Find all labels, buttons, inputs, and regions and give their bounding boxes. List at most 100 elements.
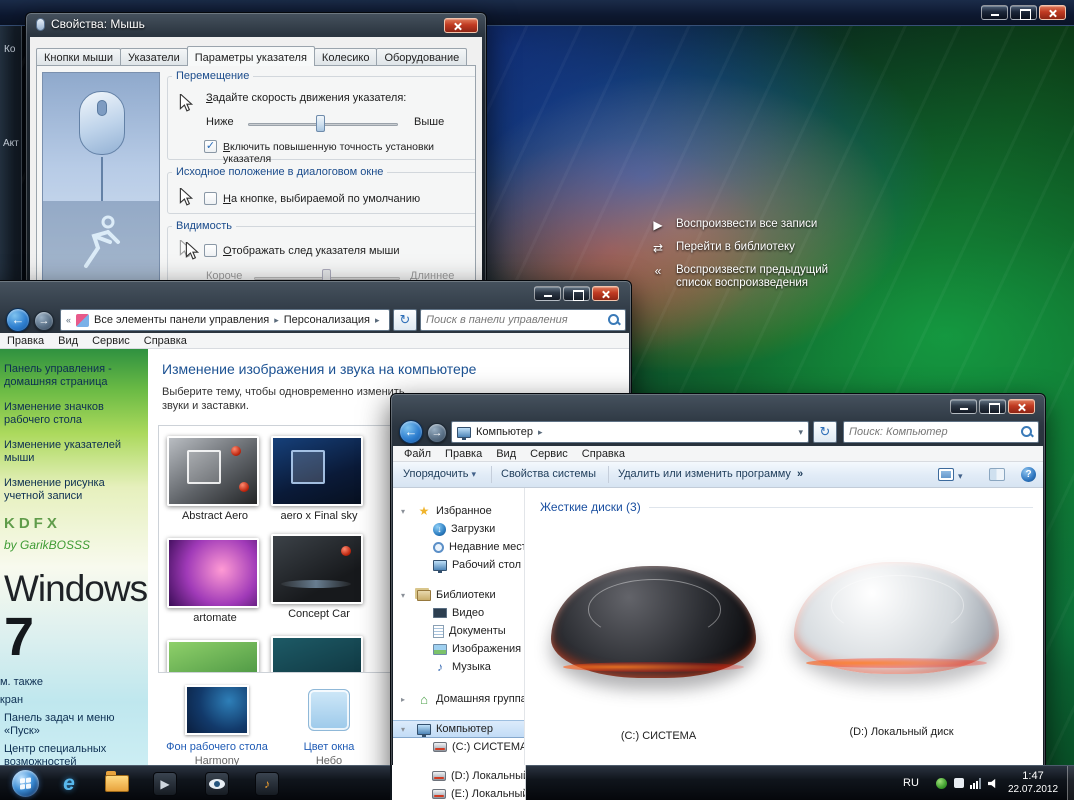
uninstall-program-button[interactable]: Удалить или изменить программу (618, 468, 791, 480)
taskbar-media-player[interactable]: ▶ (150, 770, 180, 797)
menu-edit[interactable]: Правка (0, 335, 51, 347)
menu-view[interactable]: Вид (489, 448, 523, 460)
enhance-precision-label[interactable]: Включить повышенную точность установки у… (223, 141, 475, 165)
maximize-button[interactable] (1010, 5, 1037, 20)
clock[interactable]: 1:47 22.07.2012 (1002, 770, 1064, 796)
breadcrumb-separator-icon[interactable]: ▸ (538, 427, 543, 438)
back-button[interactable]: ← (399, 420, 423, 444)
breadcrumb-separator-icon[interactable]: ▸ (375, 315, 380, 326)
expander-icon[interactable]: ▾ (401, 507, 411, 516)
enhance-precision-checkbox[interactable]: ✓ (204, 140, 217, 153)
nav-item-desktop[interactable]: Рабочий стол (393, 556, 524, 574)
nav-item-documents[interactable]: Документы (393, 622, 524, 640)
back-button[interactable]: ← (6, 308, 30, 332)
network-icon[interactable] (970, 778, 981, 789)
nav-item-favorites[interactable]: ▾ ★ Избранное (393, 502, 524, 520)
nav-item-pictures[interactable]: Изображения (393, 640, 524, 658)
tab-wheel[interactable]: Колесико (313, 48, 378, 66)
search-icon[interactable] (1021, 426, 1033, 438)
menu-item-play-all[interactable]: ▶ Воспроизвести все записи (650, 218, 850, 232)
snap-to-checkbox[interactable] (204, 192, 217, 205)
pointer-trail-checkbox[interactable] (204, 244, 217, 257)
pointer-speed-slider-thumb[interactable] (316, 115, 325, 132)
menu-edit[interactable]: Правка (438, 448, 489, 460)
tray-status-icon[interactable] (936, 778, 947, 789)
breadcrumb-separator-icon[interactable]: ▸ (274, 315, 279, 326)
search-input[interactable] (426, 314, 604, 326)
views-dropdown-icon[interactable]: ▾ (958, 471, 963, 482)
nav-item-drive-e[interactable]: (E:) Локальный диск (392, 785, 525, 800)
address-dropdown-icon[interactable]: ▾ (389, 315, 390, 326)
crumb-overflow-icon[interactable]: « (66, 315, 71, 325)
close-button[interactable] (1039, 5, 1066, 20)
drive-item-d[interactable]: (D:) Локальный диск (794, 562, 1009, 738)
theme-partial[interactable] (167, 640, 263, 672)
theme-partial[interactable] (271, 636, 367, 672)
nav-item-drive-d[interactable]: (D:) Локальный диск (392, 767, 525, 785)
menu-file[interactable]: Файл (397, 448, 438, 460)
minimize-button[interactable] (981, 5, 1008, 20)
desktop-background-control[interactable]: Фон рабочего стола Harmony (158, 685, 276, 767)
close-button[interactable] (592, 286, 619, 301)
desktop-background-label[interactable]: Фон рабочего стола (158, 741, 276, 753)
volume-icon[interactable] (988, 778, 996, 789)
menu-tools[interactable]: Сервис (85, 335, 137, 347)
refresh-button[interactable]: ↻ (393, 309, 417, 331)
window-color-control[interactable]: Цвет окна Небо (284, 689, 374, 767)
theme-aero-x-final-sky[interactable]: aero x Final sky (271, 436, 367, 522)
menu-tools[interactable]: Сервис (523, 448, 575, 460)
minimize-button[interactable] (950, 399, 977, 414)
nav-item-videos[interactable]: Видео (393, 604, 524, 622)
sidebar-link-account-picture[interactable]: Изменение рисунка учетной записи (4, 477, 144, 503)
tab-pointers[interactable]: Указатели (120, 48, 188, 66)
menu-view[interactable]: Вид (51, 335, 85, 347)
forward-button[interactable]: → (34, 311, 54, 331)
group-header-hard-drives[interactable]: Жесткие диски (3) (540, 500, 1033, 514)
see-also-link-display[interactable]: Экран (0, 694, 144, 707)
system-properties-button[interactable]: Свойства системы (501, 468, 596, 480)
preview-pane-button[interactable] (989, 468, 1005, 484)
breadcrumb-current[interactable]: Компьютер (476, 426, 533, 438)
taskbar-internet-explorer[interactable]: e (54, 770, 84, 797)
breadcrumb-current[interactable]: Персонализация (284, 314, 370, 326)
nav-item-recent-places[interactable]: Недавние места (393, 538, 524, 556)
nav-item-drive-c[interactable]: (C:) СИСТЕМА (393, 738, 524, 756)
help-button[interactable]: ? (1021, 467, 1036, 482)
maximize-button[interactable] (563, 286, 590, 301)
show-desktop-button[interactable] (1067, 766, 1074, 800)
taskbar-explorer[interactable] (102, 770, 132, 797)
nav-item-music[interactable]: ♪ Музыка (393, 658, 524, 676)
theme-artomate[interactable]: artomate (167, 538, 263, 624)
nav-item-downloads[interactable]: ↓ Загрузки (393, 520, 524, 538)
pointer-trail-label[interactable]: Отображать след указателя мыши (223, 245, 399, 257)
close-button[interactable] (1008, 399, 1035, 414)
expander-icon[interactable]: ▾ (401, 591, 411, 600)
language-indicator[interactable]: RU (903, 777, 919, 789)
menu-item-go-to-library[interactable]: ⇄ Перейти в библиотеку (650, 241, 850, 255)
close-button[interactable] (444, 18, 478, 33)
expander-icon[interactable]: ▸ (401, 695, 411, 704)
change-view-button[interactable] (938, 468, 954, 484)
nav-item-libraries[interactable]: ▾ Библиотеки (393, 586, 524, 604)
sidebar-link-control-panel-home[interactable]: Панель управления - домашняя страница (4, 363, 144, 389)
theme-abstract-aero[interactable]: Abstract Aero (167, 436, 263, 522)
toolbar-overflow-chevron[interactable]: » (797, 468, 803, 480)
taskbar-music-app[interactable]: ♪ (252, 770, 282, 797)
menu-help[interactable]: Справка (137, 335, 194, 347)
drive-item-c[interactable]: (C:) СИСТЕМА (551, 566, 766, 742)
start-button[interactable] (10, 770, 40, 797)
theme-concept-car[interactable]: Concept Car (271, 534, 367, 620)
search-icon[interactable] (608, 314, 620, 326)
address-breadcrumb[interactable]: Компьютер ▸ ▾ (451, 421, 809, 443)
mouse-properties-titlebar[interactable]: Свойства: Мышь (36, 17, 145, 31)
taskbar-photo-viewer[interactable] (202, 770, 232, 797)
search-input[interactable] (849, 426, 1017, 438)
refresh-button[interactable]: ↻ (813, 421, 837, 443)
minimize-button[interactable] (534, 286, 561, 301)
tray-app-icon[interactable] (954, 778, 964, 788)
nav-item-computer[interactable]: ▾ Компьютер (393, 720, 524, 738)
tab-hardware[interactable]: Оборудование (376, 48, 468, 66)
tab-pointer-options[interactable]: Параметры указателя (186, 46, 315, 66)
tab-buttons[interactable]: Кнопки мыши (36, 48, 122, 66)
breadcrumb-root[interactable]: Все элементы панели управления (94, 314, 269, 326)
